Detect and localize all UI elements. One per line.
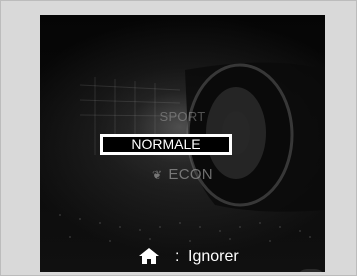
footer-separator: : <box>175 248 180 265</box>
menu-item-normale-label: NORMALE <box>131 136 201 152</box>
menu-item-normale[interactable]: NORMALE <box>103 137 229 152</box>
menu-item-sport[interactable]: SPORT <box>40 109 325 124</box>
home-icon[interactable] <box>138 247 160 265</box>
eco-leaf-icon: ❦ <box>152 168 163 182</box>
display-screen: SPORT NORMALE ❦ ECON : Ignorer <box>40 15 325 272</box>
menu-item-econ[interactable]: ❦ ECON <box>40 166 325 183</box>
menu-item-sport-label: SPORT <box>159 109 206 124</box>
footer-bar <box>40 243 325 272</box>
menu-item-econ-label: ECON <box>168 166 213 183</box>
ignore-button-label[interactable]: Ignorer <box>188 248 239 266</box>
